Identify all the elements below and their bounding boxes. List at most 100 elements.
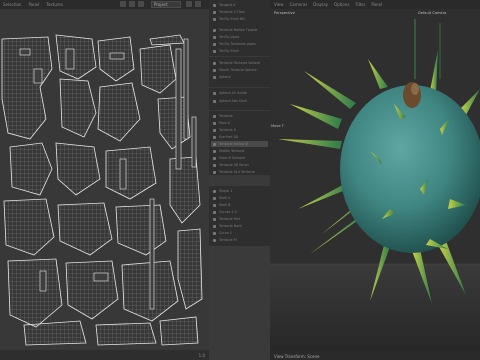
uv-menu-textures[interactable]: Textures bbox=[46, 2, 63, 7]
uv-menu-panel[interactable]: Panel bbox=[28, 2, 39, 7]
outliner-row[interactable]: TenTip Tentacles pipes bbox=[211, 41, 268, 47]
node-icon bbox=[213, 99, 216, 103]
node-icon bbox=[213, 163, 216, 167]
node-icon bbox=[213, 170, 216, 174]
outliner-row[interactable]: Tentacle Hollow Tipside bbox=[211, 27, 268, 33]
outliner-row[interactable]: Shell B bbox=[211, 202, 268, 208]
outliner-row[interactable]: Tentacle Part bbox=[211, 216, 268, 222]
outliner-row-label: Tentacle Hollow Tipside bbox=[219, 28, 258, 32]
outliner-row[interactable]: Sphere 45 Inside bbox=[211, 90, 268, 96]
outliner-row-label: Curves 1 0 bbox=[219, 210, 237, 214]
outliner-row[interactable]: Tentacle Hard bbox=[211, 223, 268, 229]
outliner-row-label: Tentacle Part bbox=[219, 217, 241, 221]
viewport-menu-panel[interactable]: Panel bbox=[371, 2, 382, 7]
outliner-row-label: Tentacle 2 Floor bbox=[219, 10, 246, 14]
uv-tool-icon-a[interactable] bbox=[120, 1, 126, 7]
viewport-menu-filter[interactable]: Filter bbox=[355, 2, 365, 7]
outliner-row[interactable]: TenTip Shell Mtl bbox=[211, 16, 268, 22]
outliner-row-selected[interactable]: Tentacle Hollow B bbox=[211, 141, 268, 147]
node-icon bbox=[213, 61, 216, 65]
viewport-menu-view[interactable]: View bbox=[274, 2, 284, 7]
uv-tool-icon-d[interactable] bbox=[186, 1, 192, 7]
outliner-row[interactable]: Shape 1 bbox=[211, 188, 268, 194]
outliner-row[interactable]: Eye Part 00 bbox=[211, 134, 268, 140]
node-icon bbox=[213, 10, 216, 14]
node-icon bbox=[213, 238, 216, 242]
node-icon bbox=[213, 196, 216, 200]
outliner-row-label: Mouth Tentacle Sphere bbox=[219, 68, 257, 72]
outliner-row[interactable]: TenTip Shell bbox=[211, 48, 268, 54]
app-window: Selection Panel Textures Project 1.0 Tan… bbox=[0, 0, 480, 360]
node-icon bbox=[213, 135, 216, 139]
outliner-row-label: TenTip Shell Mtl bbox=[219, 17, 245, 21]
outliner-row-label: Sphere 45 Inside bbox=[219, 91, 247, 95]
outliner-row[interactable]: TenTip pipes bbox=[211, 34, 268, 40]
node-icon bbox=[213, 68, 216, 72]
outliner-row-label: Tentacle S bbox=[219, 128, 236, 132]
uv-shells-graphic bbox=[0, 9, 209, 350]
uv-status-bar: 1.0 bbox=[0, 350, 209, 360]
outliner-row-label: Tentacle Hard bbox=[219, 224, 242, 228]
node-icon bbox=[213, 121, 216, 125]
viewport-move-label: Move T bbox=[271, 124, 284, 128]
outliner-row[interactable]: Tentacle 56 Tanon bbox=[211, 162, 268, 168]
outliner-row-label: Curve 2 bbox=[219, 231, 232, 235]
outliner-row-label: Middle Tentacle bbox=[219, 149, 245, 153]
node-icon bbox=[213, 217, 216, 221]
outliner-row[interactable]: Tangent A bbox=[211, 2, 268, 8]
uv-coordinate-readout: 1.0 bbox=[198, 353, 205, 358]
outliner-row[interactable]: Tentacle M bbox=[211, 237, 268, 243]
outliner-row[interactable]: Hook B Tentacle bbox=[211, 155, 268, 161]
viewport-panel[interactable]: View Cameras Display Options Filter Pane… bbox=[270, 0, 480, 360]
creature-body[interactable] bbox=[340, 85, 480, 253]
outliner-row[interactable]: Tentacle bbox=[211, 113, 268, 119]
uv-tool-icon-b[interactable] bbox=[129, 1, 135, 7]
outliner-row[interactable]: Shell A bbox=[211, 195, 268, 201]
outliner-row-label: TenTip pipes bbox=[219, 35, 240, 39]
uv-canvas[interactable] bbox=[0, 9, 209, 350]
viewport-status-bar: View Transform: Scene bbox=[270, 351, 480, 360]
node-icon bbox=[213, 91, 216, 95]
outliner-row[interactable]: Main A bbox=[211, 120, 268, 126]
uv-tool-icon-e[interactable] bbox=[195, 1, 201, 7]
outliner-row[interactable]: Curves 1 0 bbox=[211, 209, 268, 215]
outliner-row-label: Main A bbox=[219, 121, 231, 125]
viewport-menu-bar: View Cameras Display Options Filter Pane… bbox=[270, 0, 480, 9]
outliner-row[interactable]: Curve 2 bbox=[211, 230, 268, 236]
outliner-row[interactable]: Sphere bbox=[211, 74, 268, 80]
outliner-row-label: Eye Part 00 bbox=[219, 135, 238, 139]
outliner-row[interactable]: Tentacle Tentacle Sphere bbox=[211, 60, 268, 66]
uv-projection-select[interactable]: Project bbox=[151, 1, 181, 8]
outliner-row[interactable]: Tentacle S bbox=[211, 127, 268, 133]
node-icon bbox=[213, 3, 216, 7]
viewport-menu-display[interactable]: Display bbox=[313, 2, 328, 7]
node-icon bbox=[213, 75, 216, 79]
node-icon bbox=[213, 224, 216, 228]
outliner-row[interactable]: Sphere Abs Shell bbox=[211, 98, 268, 104]
node-icon bbox=[213, 114, 216, 118]
node-icon bbox=[213, 156, 216, 160]
node-icon bbox=[213, 128, 216, 132]
outliner-row[interactable]: Middle Tentacle bbox=[211, 148, 268, 154]
outliner-row[interactable]: Mouth Tentacle Sphere bbox=[211, 67, 268, 73]
outliner-row[interactable]: Tentacle 2 Floor bbox=[211, 9, 268, 15]
outliner-row-label: Sphere bbox=[219, 75, 231, 79]
outliner-row-label: Tentacle M bbox=[219, 238, 237, 242]
outliner-row-label: Sphere Abs Shell bbox=[219, 99, 247, 103]
outliner-row-label: Tentacle bbox=[219, 114, 233, 118]
node-icon bbox=[213, 231, 216, 235]
viewport-view-label: Perspective bbox=[274, 11, 295, 15]
outliner-row-label: TenTip Tentacles pipes bbox=[219, 42, 256, 46]
uv-menu-selection[interactable]: Selection bbox=[3, 2, 21, 7]
outliner-row-label: Tentacle 56 Tanon bbox=[219, 163, 249, 167]
node-icon bbox=[213, 149, 216, 153]
node-icon bbox=[213, 35, 216, 39]
viewport-menu-options[interactable]: Options bbox=[334, 2, 349, 7]
node-icon bbox=[213, 17, 216, 21]
outliner-row[interactable]: Tentacle S14 Tentacle bbox=[211, 169, 268, 175]
viewport-view-transform: View Transform: Scene bbox=[274, 354, 320, 359]
outliner-row-label: Tentacle S14 Tentacle bbox=[219, 170, 255, 174]
viewport-menu-cameras[interactable]: Cameras bbox=[290, 2, 308, 7]
outliner-row-label: Tentacle Hollow B bbox=[219, 142, 249, 146]
uv-tool-icon-c[interactable] bbox=[138, 1, 144, 7]
